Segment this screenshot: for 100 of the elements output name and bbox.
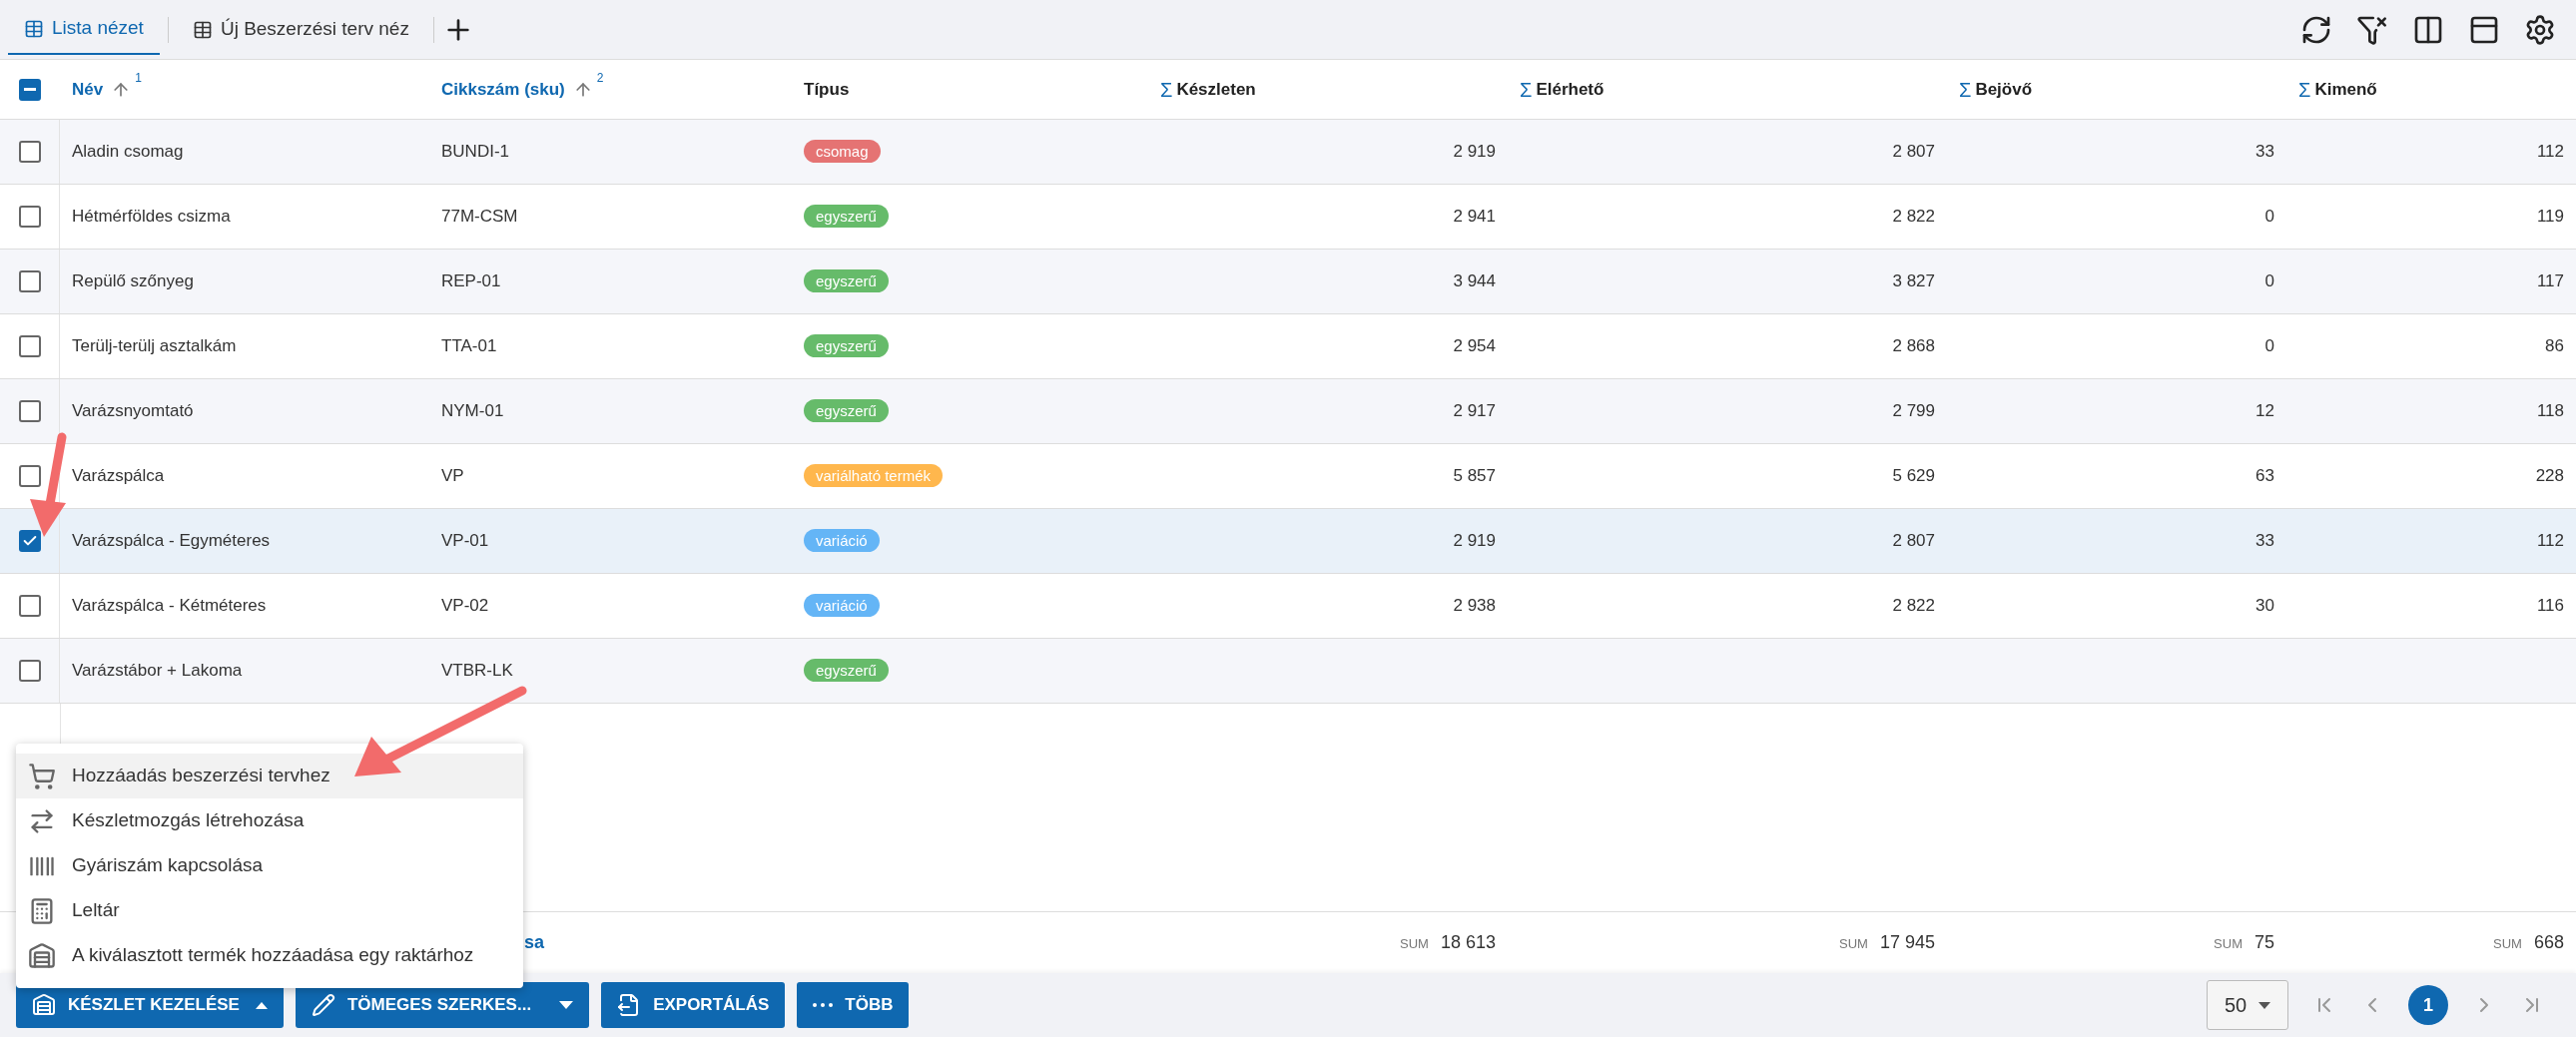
table-cell-text: Varázspálca - Kétméteres xyxy=(71,595,268,618)
sort-order: 2 xyxy=(596,69,604,87)
table-cell: 0 xyxy=(2264,207,2274,227)
checkbox[interactable] xyxy=(18,206,41,228)
table-cell: 117 xyxy=(2536,271,2564,291)
checkbox[interactable] xyxy=(18,595,41,617)
checkbox[interactable] xyxy=(18,660,41,682)
type-tag: egyszerű xyxy=(804,659,889,683)
table-cell: 33 xyxy=(2255,142,2274,162)
menu-item[interactable]: Gyáriszám kapcsolása xyxy=(16,843,523,888)
column-header: Készleten xyxy=(1176,78,1256,101)
table-cell-text: VP-01 xyxy=(440,530,490,553)
sum-label: SUM xyxy=(1839,935,1868,953)
table-cell: 63 xyxy=(2255,466,2274,486)
table-row[interactable]: Varázsnyomtató NYM-01 egyszerű 2 917 2 799 12 118 xyxy=(0,379,2576,444)
table-cell-text: VTBR-LK xyxy=(440,660,514,683)
table-row[interactable]: Varázspálca - Kétméteres VP-02 variáció 2 938 2 822 30 116 xyxy=(0,574,2576,639)
caret-icon xyxy=(2258,1001,2271,1009)
sum-icon: Σ xyxy=(1160,74,1173,105)
table-cell: 3 944 xyxy=(1453,271,1496,291)
table-cell-text: TTA-01 xyxy=(440,335,498,358)
warehouse-icon xyxy=(32,993,56,1017)
table-row[interactable]: Varázstábor + Lakoma VTBR-LK egyszerű xyxy=(0,639,2576,704)
type-tag: variáció xyxy=(804,529,880,553)
page-button[interactable]: 1 xyxy=(2408,985,2448,1025)
sort-order: 1 xyxy=(135,69,142,87)
column-header: Típus xyxy=(804,78,850,101)
table-cell: 5 857 xyxy=(1453,466,1496,486)
table-cell-text: Varázspálca - Egyméteres xyxy=(71,530,272,553)
checkbox[interactable] xyxy=(18,400,41,422)
column-header: Elérhető xyxy=(1536,78,1605,101)
action-button[interactable]: TÖMEGES SZERKES... xyxy=(295,982,590,1028)
table-cell-text: VP xyxy=(440,465,465,488)
table-cell: 30 xyxy=(2255,596,2274,616)
column-header[interactable]: Cikkszám (sku) xyxy=(441,76,565,103)
view-tab[interactable]: Lista nézet xyxy=(8,4,160,55)
table-row[interactable]: Hétmérföldes csizma 77M-CSM egyszerű 2 941 2 822 0 119 xyxy=(0,185,2576,250)
checkbox[interactable] xyxy=(18,270,41,292)
type-tag: csomag xyxy=(804,140,881,164)
table-cell-text: REP-01 xyxy=(440,270,502,293)
checkbox[interactable] xyxy=(18,530,41,552)
table-cell: 2 919 xyxy=(1453,142,1496,162)
sum-label: SUM xyxy=(2493,935,2522,953)
column-header: Bejövő xyxy=(1975,78,2033,101)
table-cell: 2 807 xyxy=(1892,531,1935,551)
table-cell: 2 807 xyxy=(1892,142,1935,162)
table-cell: 112 xyxy=(2536,531,2564,551)
type-tag: egyszerű xyxy=(804,205,889,229)
menu-item[interactable]: Hozzáadás beszerzési tervhez xyxy=(16,754,523,798)
table-row[interactable]: Aladin csomag BUNDI-1 csomag 2 919 2 807 33 112 xyxy=(0,120,2576,185)
dash-icon xyxy=(24,88,36,91)
settings-icon[interactable] xyxy=(2524,13,2556,46)
table-cell: 0 xyxy=(2264,271,2274,291)
table-cell-text: Varázsnyomtató xyxy=(71,400,195,423)
table-cell: 2 822 xyxy=(1892,207,1935,227)
table-cell: 116 xyxy=(2536,596,2564,616)
table-cell: 112 xyxy=(2536,142,2564,162)
table-cell: 119 xyxy=(2536,207,2564,227)
view-tab[interactable]: Új Beszerzési terv néz xyxy=(176,4,425,55)
table-cell-text: Hétmérföldes csizma xyxy=(71,206,232,229)
table-cell: 0 xyxy=(2264,336,2274,356)
type-tag: variálható termék xyxy=(804,464,944,488)
table-row[interactable]: Varázspálca - Egyméteres VP-01 variáció 2 919 2 807 33 112 xyxy=(0,509,2576,574)
column-header: Kimenő xyxy=(2314,78,2377,101)
table-cell-text: Varázstábor + Lakoma xyxy=(71,660,244,683)
table-cell: 2 917 xyxy=(1453,401,1496,421)
checkbox[interactable] xyxy=(19,78,41,101)
type-tag: egyszerű xyxy=(804,334,889,358)
table-cell-text: Repülő szőnyeg xyxy=(71,270,195,293)
table-icon xyxy=(192,19,213,40)
table-cell: 2 868 xyxy=(1892,336,1935,356)
action-button[interactable]: EXPORTÁLÁS xyxy=(601,982,786,1028)
table-row[interactable]: Repülő szőnyeg REP-01 egyszerű 3 944 3 827 0 117 xyxy=(0,250,2576,314)
action-button[interactable]: TÖBB xyxy=(797,982,910,1028)
checkbox[interactable] xyxy=(18,335,41,357)
column-header[interactable]: Név xyxy=(72,76,104,103)
cart-icon xyxy=(28,762,56,790)
type-tag: egyszerű xyxy=(804,269,889,293)
menu-item[interactable]: Leltár xyxy=(16,888,523,933)
table-cell: 5 629 xyxy=(1892,466,1935,486)
page-size-select[interactable]: 50 xyxy=(2207,980,2288,1030)
checkbox[interactable] xyxy=(18,141,41,163)
table-cell-text: Terülj-terülj asztalkám xyxy=(71,335,238,358)
table-cell: 33 xyxy=(2255,531,2274,551)
menu-item[interactable]: Készletmozgás létrehozása xyxy=(16,798,523,843)
table-cell-text: VP-02 xyxy=(440,595,490,618)
table-cell-text: BUNDI-1 xyxy=(440,141,510,164)
more-icon xyxy=(813,1003,834,1007)
table-cell: 12 xyxy=(2255,401,2274,421)
menu-item[interactable]: A kiválasztott termék hozzáadása egy raktárhoz xyxy=(16,933,523,978)
sum-value: 75 xyxy=(2254,931,2274,954)
table-cell: 2 822 xyxy=(1892,596,1935,616)
table-row[interactable]: Terülj-terülj asztalkám TTA-01 egyszerű 2 954 2 868 0 86 xyxy=(0,314,2576,379)
table-cell-text: Varázspálca xyxy=(71,465,166,488)
table-cell-text: 77M-CSM xyxy=(440,206,519,229)
table-cell: 86 xyxy=(2545,336,2564,356)
checkbox[interactable] xyxy=(18,465,41,487)
table-icon xyxy=(24,18,44,39)
sum-icon: Σ xyxy=(1959,74,1972,105)
sum-label: SUM xyxy=(2214,935,2243,953)
